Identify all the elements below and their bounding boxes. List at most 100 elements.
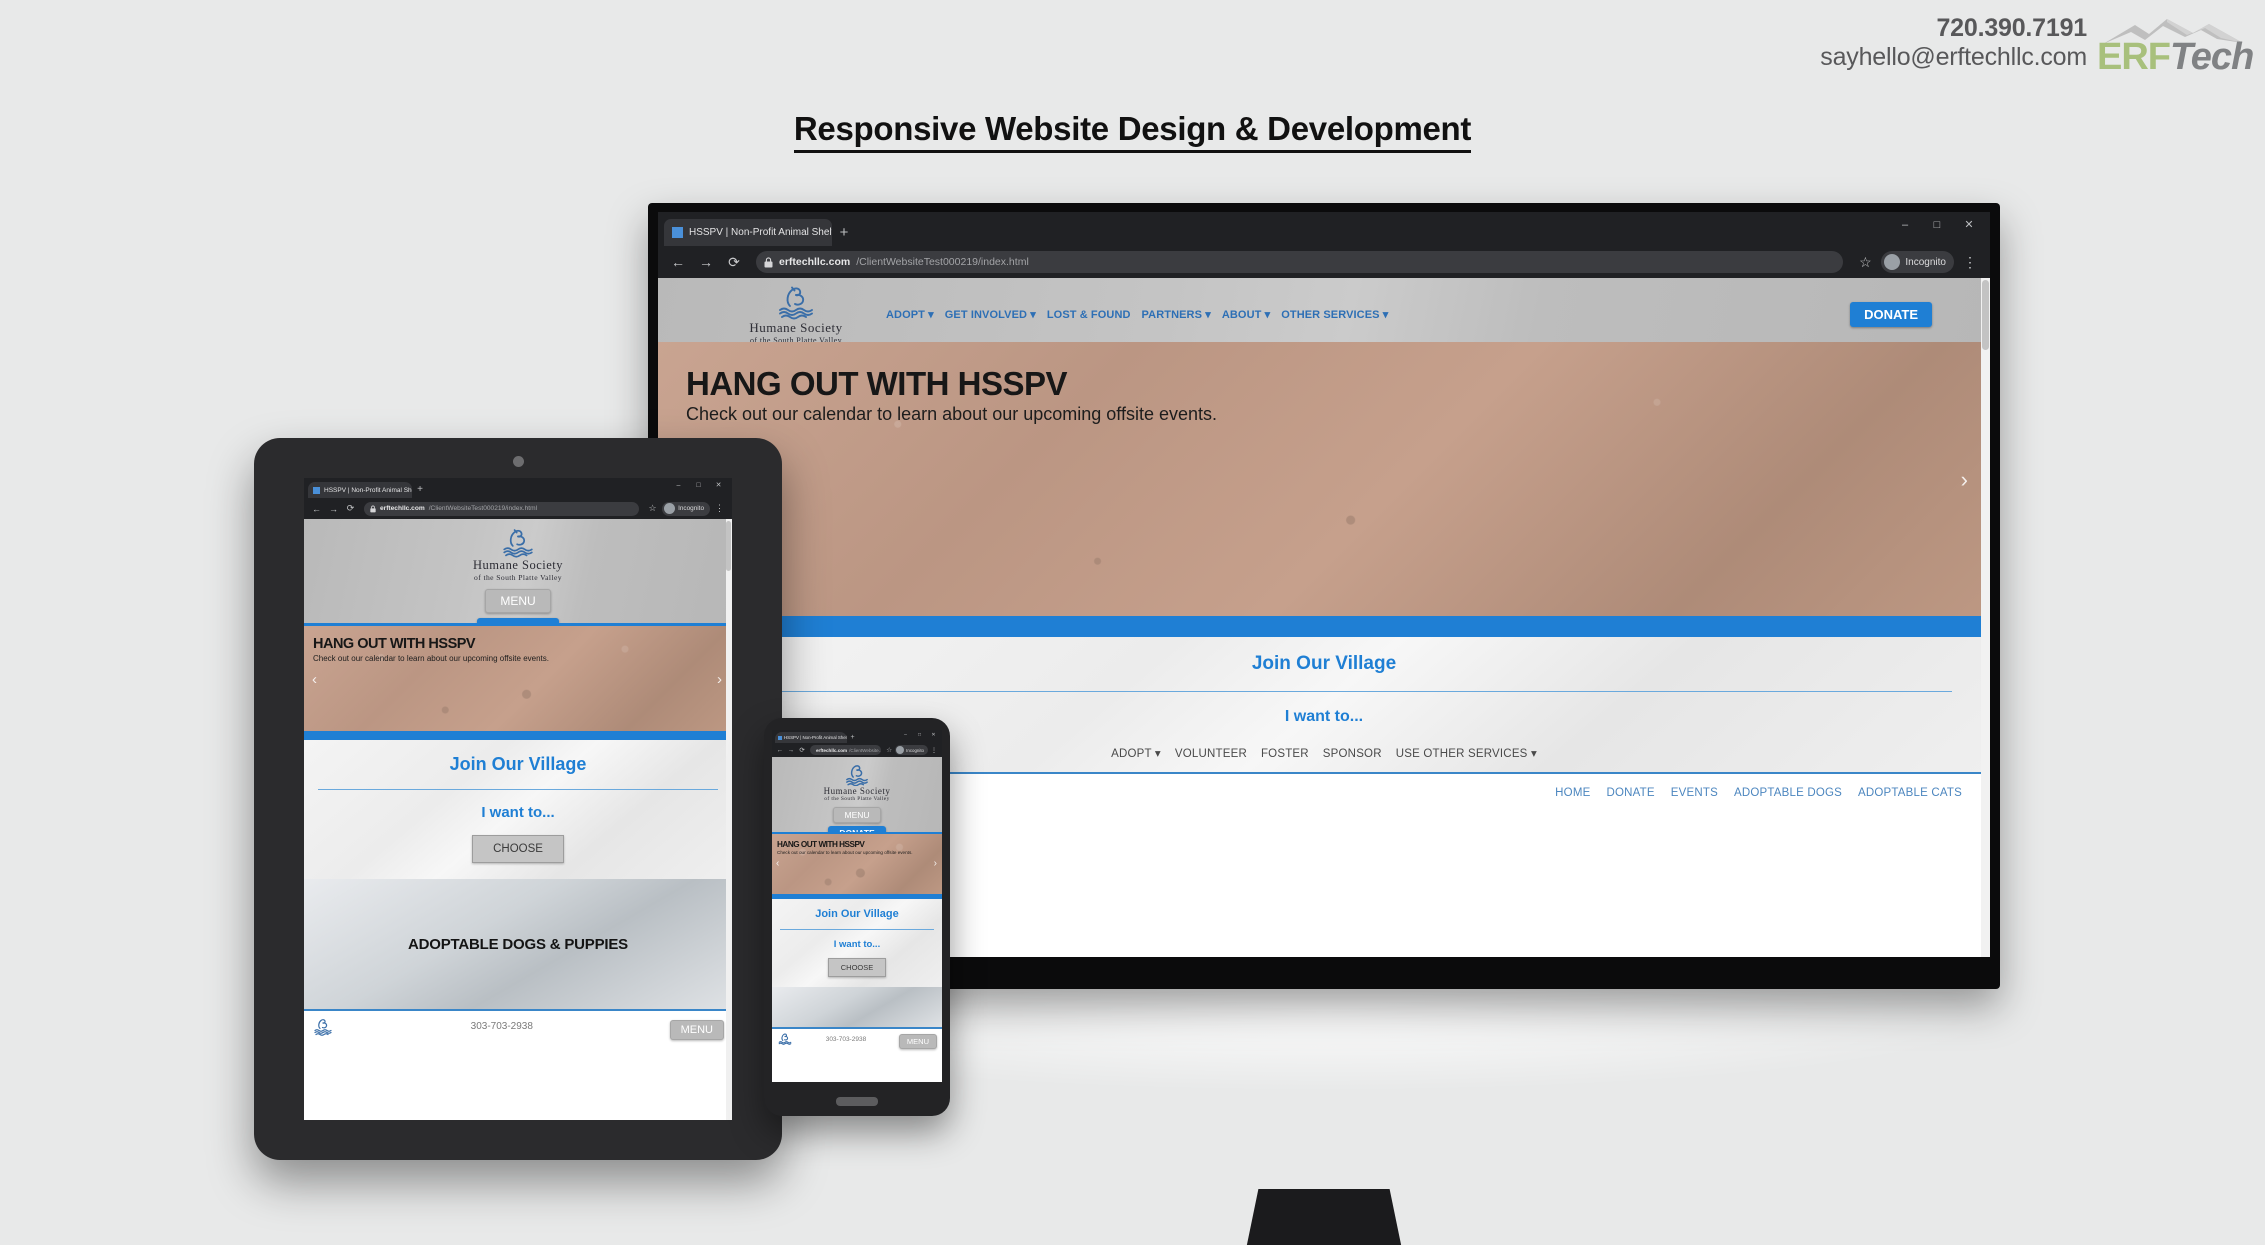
nav-item-get-involved[interactable]: GET INVOLVED ▾ — [945, 309, 1036, 321]
maximize-icon[interactable]: □ — [913, 730, 926, 740]
tab-favicon — [672, 227, 683, 238]
action-volunteer[interactable]: VOLUNTEER — [1175, 748, 1247, 760]
incognito-indicator[interactable]: Incognito — [662, 501, 710, 516]
action-sponsor[interactable]: SPONSOR — [1323, 748, 1382, 760]
nav-item-lost-and-found[interactable]: LOST & FOUND — [1047, 309, 1131, 321]
nav-item-about[interactable]: ABOUT ▾ — [1222, 309, 1270, 321]
back-icon[interactable]: ← — [775, 747, 785, 754]
url-domain: erftechllc.com — [380, 505, 425, 512]
minimize-icon[interactable]: – — [669, 479, 688, 493]
incognito-indicator[interactable]: Incognito — [1881, 251, 1954, 273]
footer-link-home[interactable]: HOME — [1555, 787, 1590, 799]
action-adopt[interactable]: ADOPT ▾ — [1111, 748, 1161, 760]
hero-carousel-desktop: HANG OUT WITH HSSPV Check out our calend… — [658, 342, 1990, 616]
maximize-icon[interactable]: □ — [1922, 214, 1952, 236]
scrollbar-thumb[interactable] — [726, 521, 731, 571]
adoptable-dogs-card-phone[interactable]: ADOPTABLE DOGS & PUPPIES — [772, 987, 942, 1027]
browser-tab[interactable]: HSSPV | Non-Profit Animal Shelt × — [308, 482, 412, 498]
browser-menu-icon[interactable]: ⋮ — [929, 746, 939, 754]
nav-item-adopt[interactable]: ADOPT ▾ — [886, 309, 934, 321]
nav-item-partners[interactable]: PARTNERS ▾ — [1142, 309, 1211, 321]
footer-link-adoptable-dogs[interactable]: ADOPTABLE DOGS — [1734, 787, 1842, 799]
scrollbar-thumb[interactable] — [1982, 280, 1989, 350]
address-bar[interactable]: erftechllc.com/ClientWebsite... — [810, 745, 882, 755]
address-bar[interactable]: erftechllc.com/ClientWebsiteTest000219/i… — [756, 251, 1844, 273]
browser-tab[interactable]: HSSPV | Non-Profit Animal Shelt × — [664, 219, 832, 246]
site-logo-desktop[interactable]: Humane Society of the South Platte Valle… — [716, 278, 876, 345]
maximize-icon[interactable]: □ — [689, 479, 708, 493]
carousel-prev-icon[interactable]: ‹ — [312, 671, 317, 688]
window-close-icon[interactable]: ✕ — [1954, 214, 1984, 236]
footer-links: HOME DONATE EVENTS ADOPTABLE DOGS ADOPTABLE … — [1539, 787, 1962, 799]
footer-phone[interactable]: 303-703-2938 — [334, 1021, 670, 1032]
carousel-next-icon[interactable]: › — [934, 858, 937, 869]
contact-phone: 720.390.7191 — [1936, 14, 2087, 42]
footer-link-adoptable-cats[interactable]: ADOPTABLE CATS — [1858, 787, 1962, 799]
reload-icon[interactable]: ⟳ — [797, 746, 807, 754]
action-foster[interactable]: FOSTER — [1261, 748, 1309, 760]
humane-society-logo-icon[interactable] — [777, 1032, 793, 1046]
browser-menu-icon[interactable]: ⋮ — [712, 503, 727, 514]
adoptable-dogs-card-tablet[interactable]: ADOPTABLE DOGS & PUPPIES — [304, 879, 732, 1009]
footer-menu-button[interactable]: MENU — [669, 1019, 724, 1040]
bookmark-star-icon[interactable]: ☆ — [645, 503, 660, 514]
page-scrollbar[interactable] — [1981, 278, 1990, 957]
footer-phone[interactable]: 303-703-2938 — [793, 1036, 899, 1043]
donate-button[interactable]: DONATE — [1850, 302, 1932, 327]
action-use-other-services[interactable]: USE OTHER SERVICES ▾ — [1396, 748, 1537, 760]
new-tab-button[interactable]: + — [412, 482, 428, 498]
page-scrollbar[interactable] — [726, 519, 732, 1120]
browser-menu-icon[interactable]: ⋮ — [1958, 254, 1982, 271]
hero-title: HANG OUT WITH HSSPV — [313, 636, 476, 652]
address-bar[interactable]: erftechllc.com/ClientWebsiteTest000219/i… — [364, 501, 640, 516]
browser-tabbar: HSSPV | Non-Profit Animal Shelt × + – □ … — [658, 212, 1990, 246]
minimize-icon[interactable]: – — [899, 730, 912, 740]
tab-title: HSSPV | Non-Profit Animal Shelt — [689, 227, 832, 238]
back-icon[interactable]: ← — [666, 254, 690, 270]
browser-toolbar: ← → ⟳ erftechllc.com/ClientWebsite... ☆ … — [772, 743, 942, 757]
site-header-phone: Humane Society of the South Platte Valle… — [772, 757, 942, 840]
choose-button[interactable]: CHOOSE — [827, 958, 887, 977]
incognito-indicator[interactable]: Incognito — [895, 745, 928, 755]
back-icon[interactable]: ← — [309, 504, 324, 514]
new-tab-button[interactable]: + — [832, 219, 856, 246]
nav-item-other-services[interactable]: OTHER SERVICES ▾ — [1281, 309, 1388, 321]
phone-home-indicator[interactable] — [836, 1097, 878, 1106]
menu-button[interactable]: MENU — [833, 807, 881, 823]
reload-icon[interactable]: ⟳ — [722, 254, 746, 271]
window-close-icon[interactable]: ✕ — [927, 730, 940, 740]
carousel-next-icon[interactable]: › — [1961, 467, 1968, 493]
carousel-next-icon[interactable]: › — [717, 671, 722, 688]
browser-tab[interactable]: HSSPV | Non-Profit Animal Shelt × — [775, 732, 847, 743]
join-village-section-phone: Join Our Village I want to... CHOOSE — [772, 899, 942, 987]
forward-icon[interactable]: → — [326, 504, 341, 514]
footer-menu-button[interactable]: MENU — [898, 1034, 937, 1049]
logo-line-2: of the South Platte Valley — [824, 796, 890, 802]
window-controls: – □ ✕ — [669, 479, 728, 493]
humane-society-logo-icon[interactable] — [312, 1017, 334, 1036]
tab-title: HSSPV | Non-Profit Animal Shelt — [784, 735, 847, 740]
window-close-icon[interactable]: ✕ — [709, 479, 728, 493]
village-title: Join Our Village — [815, 908, 899, 920]
divider — [780, 929, 934, 930]
menu-button[interactable]: MENU — [485, 589, 551, 613]
tablet-device: HSSPV | Non-Profit Animal Shelt × + – □ … — [254, 438, 782, 1160]
new-tab-button[interactable]: + — [847, 732, 858, 743]
footer-link-donate[interactable]: DONATE — [1606, 787, 1654, 799]
browser-chrome-desktop: HSSPV | Non-Profit Animal Shelt × + – □ … — [658, 212, 1990, 278]
site-footer-tablet: 303-703-2938 MENU — [304, 1009, 732, 1041]
footer-link-events[interactable]: EVENTS — [1671, 787, 1718, 799]
choose-button[interactable]: CHOOSE — [472, 835, 564, 863]
carousel-prev-icon[interactable]: ‹ — [776, 858, 779, 869]
url-path: /ClientWebsite... — [849, 747, 882, 753]
logo-line-2: of the South Platte Valley — [474, 573, 562, 582]
phone-device: HSSPV | Non-Profit Animal Shelt × + – □ … — [764, 718, 950, 1116]
forward-icon[interactable]: → — [694, 254, 718, 270]
bookmark-star-icon[interactable]: ☆ — [1853, 254, 1877, 271]
reload-icon[interactable]: ⟳ — [343, 503, 358, 514]
hero-subtitle: Check out our calendar to learn about ou… — [777, 850, 913, 855]
site-logo-text: Humane Society of the South Platte Valle… — [304, 558, 732, 582]
minimize-icon[interactable]: – — [1890, 214, 1920, 236]
bookmark-star-icon[interactable]: ☆ — [884, 746, 894, 754]
forward-icon[interactable]: → — [786, 747, 796, 754]
